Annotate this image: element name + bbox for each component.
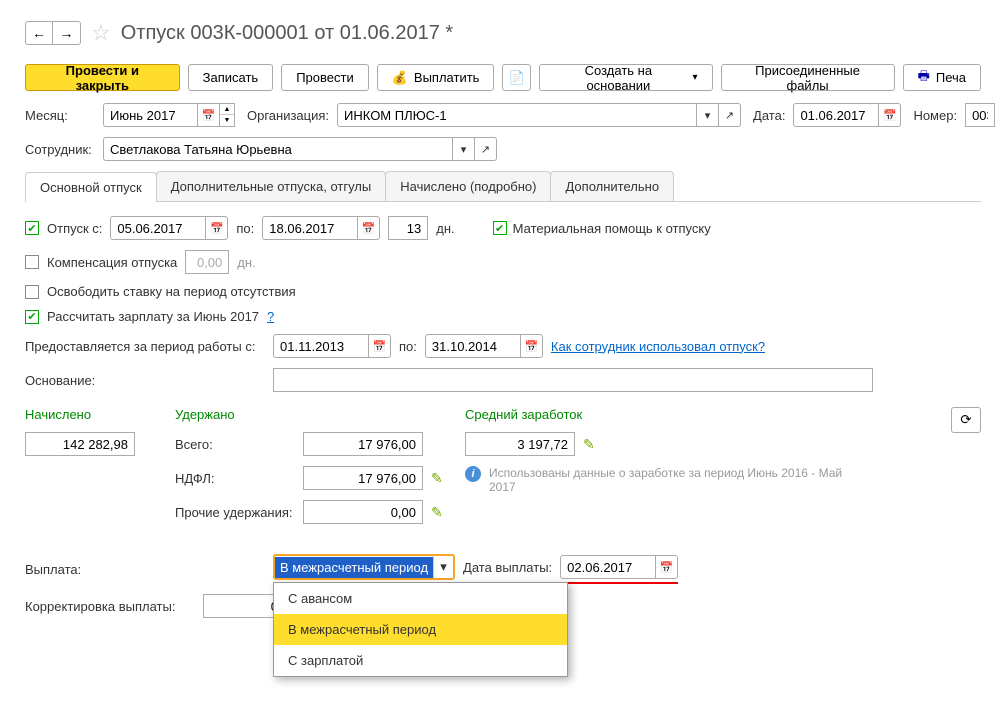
payment-option-advance[interactable]: С авансом [274,583,567,614]
accrued-header: Начислено [25,407,155,422]
post-and-close-button[interactable]: Провести и закрыть [25,64,180,91]
financial-help-label: Материальная помощь к отпуску [513,221,711,236]
document-icon: 📄 [509,70,525,86]
payment-date-label: Дата выплаты: [463,560,552,575]
refresh-button[interactable]: ⟳ [951,407,981,433]
other-value[interactable] [303,500,423,524]
month-down-button[interactable]: ▼ [220,115,234,126]
employee-input[interactable] [103,137,453,161]
basis-label: Основание: [25,373,265,388]
org-input[interactable] [337,103,697,127]
date-picker-button[interactable]: 📅 [879,103,901,127]
correction-label: Корректировка выплаты: [25,599,195,614]
printer-icon: 🖶 [918,67,930,89]
days-input[interactable] [388,216,428,240]
avg-earn-header: Средний заработок [465,407,931,422]
release-rate-label: Освободить ставку на период отсутствия [47,284,296,299]
vacation-to-input[interactable] [262,216,358,240]
vacation-from-picker[interactable]: 📅 [206,216,228,240]
month-label: Месяц: [25,108,95,123]
edit-ndfl-icon[interactable]: ✎ [431,470,443,487]
payment-option-salary[interactable]: С зарплатой [274,645,567,676]
payment-option-interpay[interactable]: В межрасчетный период [274,614,567,645]
number-input[interactable] [965,103,995,127]
org-dropdown-button[interactable]: ▾ [697,103,719,127]
vacation-from-label: Отпуск с: [47,221,102,236]
edit-other-icon[interactable]: ✎ [431,504,443,521]
avg-earn-value[interactable] [465,432,575,456]
calc-salary-label: Рассчитать зарплату за Июнь 2017 [47,309,259,324]
org-open-button[interactable]: ↗ [719,103,741,127]
vacation-from-input[interactable] [110,216,206,240]
payment-date-input[interactable] [560,555,656,579]
calc-salary-checkbox[interactable]: ✔ [25,310,39,324]
period-to-label: по: [399,339,417,354]
compensation-suffix: дн. [237,255,255,270]
period-from-picker[interactable]: 📅 [369,334,391,358]
number-label: Номер: [913,108,957,123]
payment-date-picker[interactable]: 📅 [656,555,678,579]
compensation-input[interactable] [185,250,229,274]
accrued-value[interactable] [25,432,135,456]
other-label: Прочие удержания: [175,505,295,520]
total-value[interactable] [303,432,423,456]
payment-dropdown-menu: С авансом В межрасчетный период С зарпла… [273,582,568,677]
release-rate-checkbox[interactable] [25,285,39,299]
info-text: Использованы данные о заработке за перио… [489,466,849,494]
compensation-checkbox[interactable] [25,255,39,269]
calc-salary-help[interactable]: ? [267,309,274,324]
basis-input[interactable] [273,368,873,392]
save-button[interactable]: Записать [188,64,274,91]
tab-extra[interactable]: Дополнительно [550,171,674,201]
vacation-to-picker[interactable]: 📅 [358,216,380,240]
edit-avg-icon[interactable]: ✎ [583,436,595,453]
org-label: Организация: [247,108,329,123]
money-icon: 💰 [392,70,408,86]
usage-link[interactable]: Как сотрудник использовал отпуск? [551,339,765,354]
employee-label: Сотрудник: [25,142,95,157]
vacation-checkbox[interactable]: ✔ [25,221,39,235]
document-button[interactable]: 📄 [502,64,531,91]
total-label: Всего: [175,437,295,452]
tab-accrued[interactable]: Начислено (подробно) [385,171,551,201]
payment-select-value: В межрасчетный период [275,557,433,578]
nav-forward-button[interactable]: → [53,21,81,45]
create-based-button[interactable]: Создать на основании [539,64,712,91]
financial-help-checkbox[interactable]: ✔ [493,221,507,235]
period-to-picker[interactable]: 📅 [521,334,543,358]
period-label: Предоставляется за период работы с: [25,339,265,354]
period-to-input[interactable] [425,334,521,358]
month-picker-button[interactable]: 📅 [198,103,220,127]
payment-label: Выплата: [25,562,265,577]
info-icon: i [465,466,481,482]
date-label: Дата: [753,108,785,123]
payment-dropdown-button[interactable]: ▾ [433,556,453,578]
vacation-to-label: по: [236,221,254,236]
payment-select[interactable]: В межрасчетный период ▾ [273,554,455,580]
period-from-input[interactable] [273,334,369,358]
attached-files-button[interactable]: Присоединенные файлы [721,64,895,91]
post-button[interactable]: Провести [281,64,369,91]
employee-open-button[interactable]: ↗ [475,137,497,161]
withheld-header: Удержано [175,407,445,422]
tab-additional[interactable]: Дополнительные отпуска, отгулы [156,171,387,201]
ndfl-value[interactable] [303,466,423,490]
ndfl-label: НДФЛ: [175,471,295,486]
month-up-button[interactable]: ▲ [220,104,234,115]
compensation-label: Компенсация отпуска [47,255,177,270]
page-title: Отпуск 003К-000001 от 01.06.2017 * [121,22,453,45]
employee-dropdown-button[interactable]: ▾ [453,137,475,161]
favorite-icon[interactable]: ☆ [91,20,111,46]
pay-button[interactable]: 💰Выплатить [377,64,495,91]
month-input[interactable] [103,103,198,127]
days-suffix: дн. [436,221,454,236]
date-input[interactable] [793,103,879,127]
tab-main-vacation[interactable]: Основной отпуск [25,172,157,202]
print-button[interactable]: 🖶Печа [903,64,981,91]
nav-back-button[interactable]: ← [25,21,53,45]
